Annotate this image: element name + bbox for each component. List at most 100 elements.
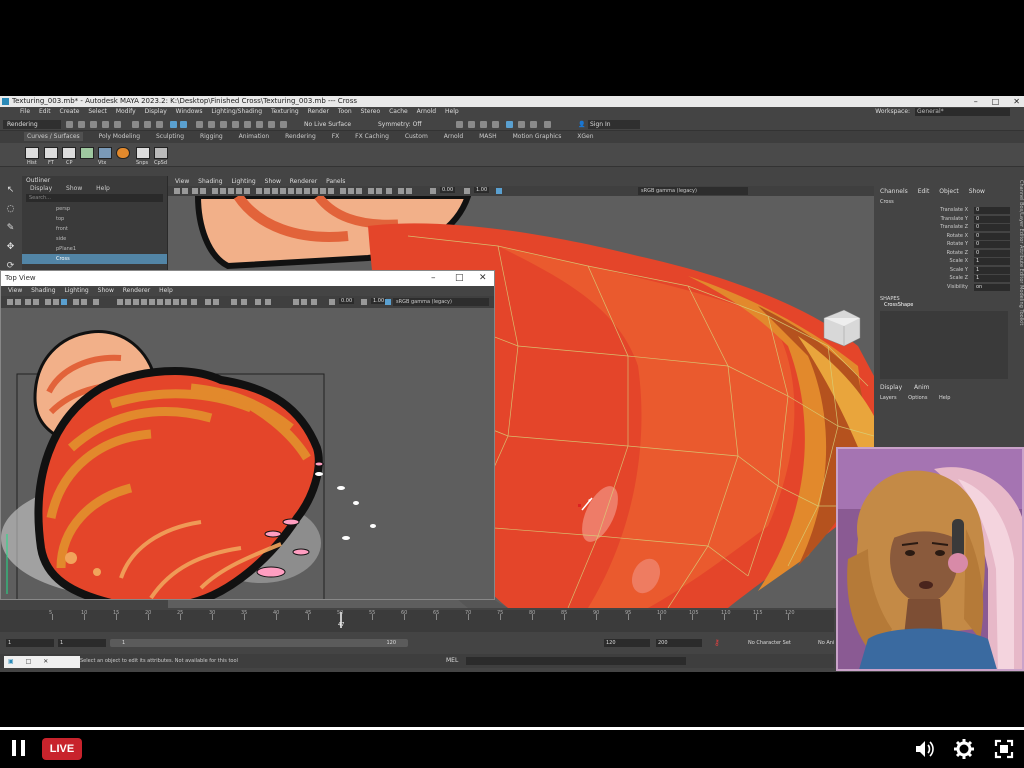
minimized-close-icon[interactable]: ✕ [43, 658, 48, 665]
smooth-shade-icon[interactable] [264, 188, 270, 194]
shelf-tab-fx[interactable]: FX [332, 133, 340, 140]
textured-icon[interactable] [304, 188, 310, 194]
top-view-menu-help[interactable]: Help [159, 287, 173, 294]
channel-value-field[interactable]: 1 [974, 266, 1010, 274]
channel-value-field[interactable]: on [974, 283, 1010, 291]
tv-view-transform-dropdown[interactable]: sRGB gamma (legacy) [393, 298, 489, 306]
tv-wireframe-icon[interactable] [117, 299, 123, 305]
gamma-icon[interactable] [406, 188, 412, 194]
open-scene-icon[interactable] [78, 121, 85, 128]
grid-toggle-icon[interactable] [200, 188, 206, 194]
settings-gear-icon[interactable] [953, 738, 975, 760]
shelf-copy-icon[interactable] [154, 147, 168, 159]
tv-gamma-icon[interactable] [293, 299, 299, 305]
channel-box-menu-show[interactable]: Show [969, 188, 985, 195]
fullscreen-icon[interactable] [993, 738, 1015, 760]
menu-toon[interactable]: Toon [338, 108, 352, 115]
tv-resolution-gate-icon[interactable] [53, 299, 59, 305]
playback-end-field[interactable]: 120 [604, 639, 650, 647]
sign-in-dropdown[interactable]: Sign In [588, 120, 640, 129]
bookmarks-icon[interactable] [182, 188, 188, 194]
field-chart-icon[interactable] [236, 188, 242, 194]
layer-menu-layers[interactable]: Layers [880, 395, 897, 401]
menu-windows[interactable]: Windows [176, 108, 203, 115]
channel-value-field[interactable]: 0 [974, 207, 1010, 214]
shelf-tab-mash[interactable]: MASH [479, 133, 497, 140]
shelf-tab-motion-graphics[interactable]: Motion Graphics [513, 133, 562, 140]
render-view-icon[interactable] [456, 121, 463, 128]
xray-active-icon[interactable] [376, 188, 382, 194]
channel-row[interactable]: Rotate Y 0 [876, 241, 1012, 250]
wireframe-on-shaded-icon[interactable] [280, 188, 286, 194]
shape-name[interactable]: CrossShape [880, 302, 1008, 308]
menu-stereo[interactable]: Stereo [361, 108, 381, 115]
shelf-tab-curves-surfaces[interactable]: Curves / Surfaces [24, 132, 83, 141]
tv-aa-icon[interactable] [205, 299, 211, 305]
tv-isolate-icon[interactable] [231, 299, 237, 305]
film-gate-icon[interactable] [212, 188, 218, 194]
view-transform-dropdown[interactable]: sRGB gamma (legacy) [638, 187, 748, 195]
input-icon[interactable] [268, 121, 275, 128]
shelf-tab-custom[interactable]: Custom [405, 133, 428, 140]
menu-render[interactable]: Render [308, 108, 329, 115]
outliner-item-pplane1[interactable]: pPlane1 [22, 244, 167, 254]
tv-exposure-icon[interactable] [265, 299, 271, 305]
tv-gamma-field[interactable]: 1.00 [371, 298, 387, 304]
shelf-ft-icon[interactable] [44, 147, 58, 159]
layer-menu-help[interactable]: Help [939, 395, 950, 401]
volume-icon[interactable] [913, 738, 935, 760]
pause-ipr-icon[interactable] [544, 121, 551, 128]
tv-safe-action-icon[interactable] [81, 299, 87, 305]
snap-point-icon[interactable] [220, 121, 227, 128]
end-time-field[interactable]: 200 [656, 639, 702, 647]
user-icon[interactable]: 👤 [578, 120, 585, 129]
move-tool-icon[interactable]: ✥ [5, 242, 16, 253]
outliner-menu-display[interactable]: Display [30, 185, 52, 192]
channel-value-field[interactable]: 0 [974, 224, 1010, 231]
tv-color-icon[interactable] [301, 299, 307, 305]
shadows-icon[interactable] [320, 188, 326, 194]
outliner-menu-help[interactable]: Help [96, 185, 110, 192]
isolate-select-icon[interactable] [368, 188, 374, 194]
outliner-item-side[interactable]: side [22, 234, 167, 244]
playback-start-field[interactable]: 1 [58, 639, 106, 647]
arnold-render-icon[interactable] [518, 121, 525, 128]
output-icon[interactable] [280, 121, 287, 128]
wireframe-icon[interactable] [256, 188, 262, 194]
use-all-lights-icon[interactable] [312, 188, 318, 194]
outliner-item-top[interactable]: top [22, 214, 167, 224]
channel-row[interactable]: Rotate X 0 [876, 232, 1012, 242]
pause-icon[interactable] [12, 740, 26, 756]
outliner-item-front[interactable]: front [22, 224, 167, 234]
select-hierarchy-icon[interactable] [132, 121, 139, 128]
side-panel-tabs[interactable]: Channel Box/Layer Editor Attribute Edito… [1013, 180, 1024, 380]
live-badge[interactable]: LIVE [42, 738, 82, 760]
outliner-item-persp[interactable]: persp [22, 204, 167, 214]
symmetry-dropdown[interactable]: Symmetry: Off [378, 120, 421, 129]
render-settings-icon[interactable] [492, 121, 499, 128]
shelf-tab-rigging[interactable]: Rigging [200, 133, 223, 140]
tv-shadows-icon[interactable] [173, 299, 179, 305]
shelf-hist-icon[interactable] [25, 147, 39, 159]
resolution-gate-icon[interactable] [220, 188, 226, 194]
viewport-menu-panels[interactable]: Panels [326, 178, 345, 185]
tv-color-management-icon[interactable] [385, 299, 391, 305]
shelf-cp-icon[interactable] [62, 147, 76, 159]
gamma-reset-icon[interactable] [464, 188, 470, 194]
layer-tab-display[interactable]: Display [880, 384, 902, 391]
lasso-tool-icon[interactable]: ◌ [5, 204, 16, 215]
shelf-tab-sculpting[interactable]: Sculpting [156, 133, 184, 140]
outliner-menu-show[interactable]: Show [66, 185, 82, 192]
menu-edit[interactable]: Edit [39, 108, 51, 115]
snap-live-icon[interactable] [256, 121, 263, 128]
tv-film-gate-icon[interactable] [45, 299, 51, 305]
save-scene-icon[interactable] [90, 121, 97, 128]
snap-view-plane-icon[interactable] [244, 121, 251, 128]
channel-row[interactable]: Translate Y 0 [876, 215, 1012, 225]
top-view-menu-view[interactable]: View [8, 287, 22, 294]
anti-aliasing-icon[interactable] [348, 188, 354, 194]
maximize-icon[interactable]: □ [992, 96, 1000, 107]
select-handle-icon[interactable] [170, 121, 177, 128]
menu-display[interactable]: Display [145, 108, 167, 115]
select-component-icon[interactable] [156, 121, 163, 128]
